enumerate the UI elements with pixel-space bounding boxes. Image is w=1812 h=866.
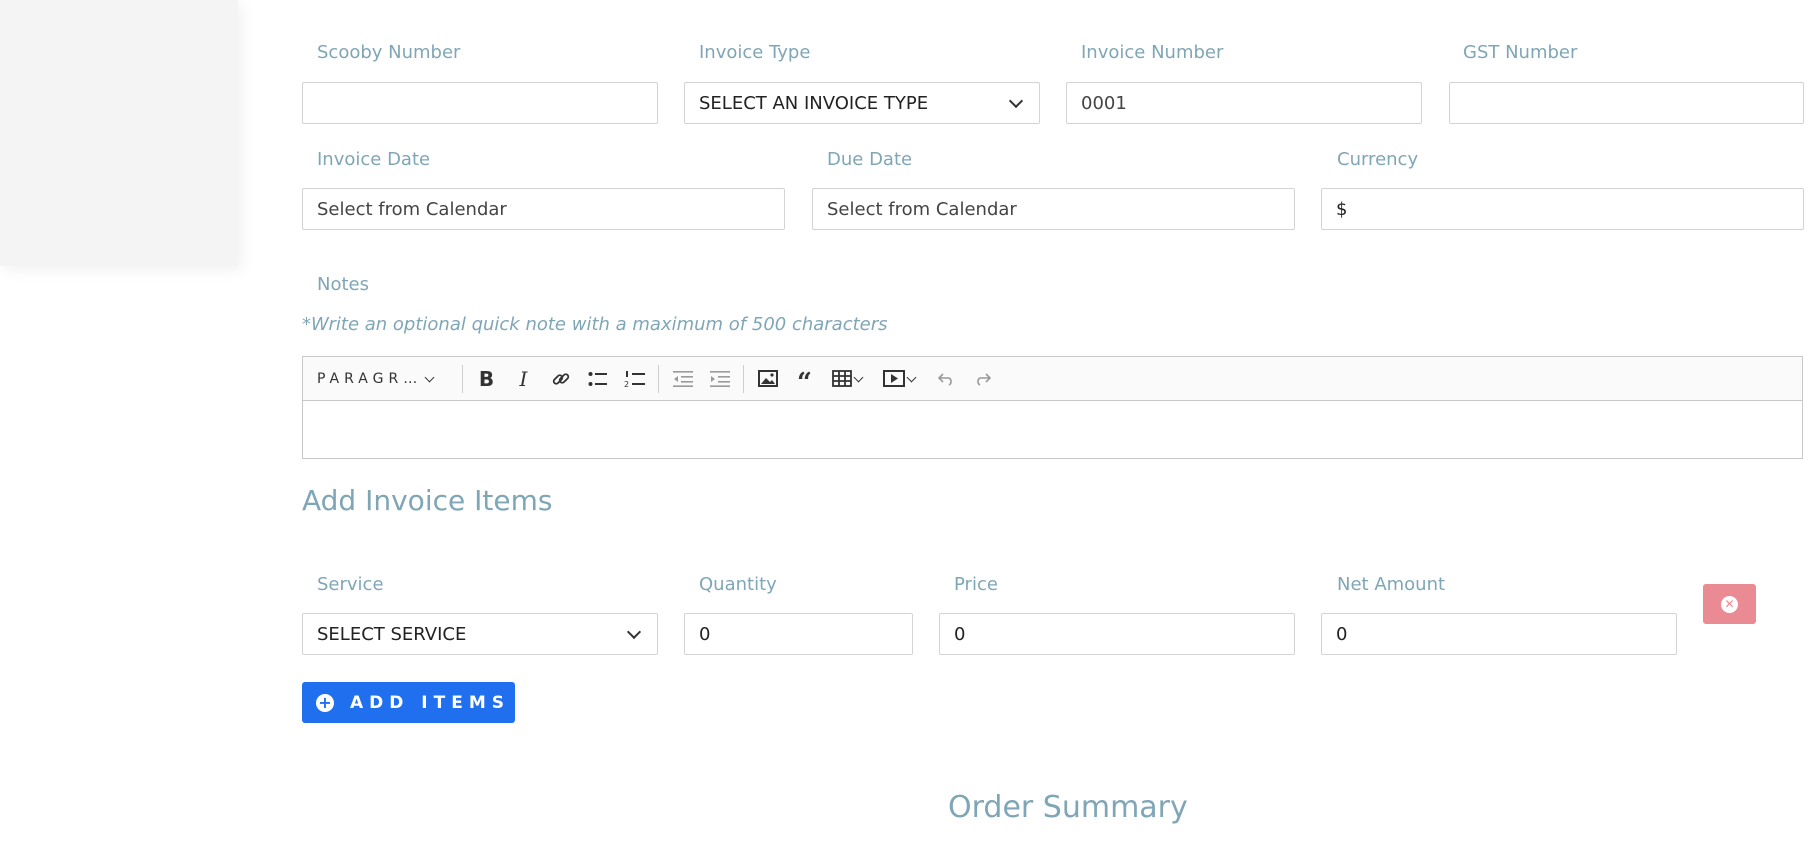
chevron-down-icon bbox=[1008, 93, 1024, 108]
link-icon bbox=[552, 372, 569, 385]
undo-icon bbox=[937, 372, 952, 386]
notes-editor[interactable]: PARAGR… B I 2 “ bbox=[302, 356, 1803, 459]
outdent-button[interactable] bbox=[664, 363, 701, 395]
table-button[interactable] bbox=[823, 363, 875, 395]
heading-dropdown-label: PARAGR… bbox=[317, 370, 423, 387]
media-button[interactable] bbox=[875, 363, 927, 395]
table-icon bbox=[832, 370, 852, 387]
heading-dropdown[interactable]: PARAGR… bbox=[317, 371, 457, 387]
currency-input[interactable]: $ bbox=[1321, 188, 1804, 230]
redo-button[interactable] bbox=[964, 363, 1001, 395]
numbered-list-button[interactable]: 2 bbox=[616, 363, 653, 395]
indent-icon bbox=[709, 370, 730, 387]
toolbar-divider bbox=[462, 364, 463, 393]
bulleted-list-icon bbox=[588, 371, 607, 386]
editor-toolbar: PARAGR… B I 2 “ bbox=[303, 357, 1802, 401]
net-amount-input[interactable]: 0 bbox=[1321, 613, 1677, 655]
due-date-input[interactable]: Select from Calendar bbox=[812, 188, 1295, 230]
price-input[interactable]: 0 bbox=[939, 613, 1295, 655]
due-date-label: Due Date bbox=[827, 149, 913, 170]
notes-label: Notes bbox=[317, 274, 369, 295]
chevron-down-icon bbox=[853, 372, 864, 382]
remove-item-button[interactable]: ✕ bbox=[1703, 584, 1756, 624]
notes-hint: *Write an optional quick note with a max… bbox=[302, 314, 888, 335]
service-select[interactable]: SELECT SERVICE bbox=[302, 613, 658, 655]
toolbar-divider bbox=[658, 364, 659, 393]
service-label: Service bbox=[317, 574, 384, 595]
toolbar-divider bbox=[743, 364, 744, 393]
chevron-down-icon bbox=[626, 624, 642, 639]
svg-text:2: 2 bbox=[624, 380, 629, 388]
image-icon bbox=[757, 370, 778, 387]
quantity-label: Quantity bbox=[699, 574, 777, 595]
scooby-number-label: Scooby Number bbox=[317, 42, 461, 63]
bold-button[interactable]: B bbox=[468, 363, 505, 395]
undo-button[interactable] bbox=[927, 363, 964, 395]
invoice-number-input[interactable]: 0001 bbox=[1066, 82, 1422, 124]
invoice-type-label: Invoice Type bbox=[699, 42, 811, 63]
invoice-type-value: SELECT AN INVOICE TYPE bbox=[699, 92, 929, 114]
order-summary-title: Order Summary bbox=[948, 790, 1188, 825]
currency-label: Currency bbox=[1337, 149, 1419, 170]
add-invoice-items-title: Add Invoice Items bbox=[302, 484, 553, 517]
scooby-number-input[interactable] bbox=[302, 82, 658, 124]
gst-number-label: GST Number bbox=[1463, 42, 1578, 63]
invoice-number-label: Invoice Number bbox=[1081, 42, 1224, 63]
close-circle-icon: ✕ bbox=[1721, 595, 1738, 613]
invoice-date-label: Invoice Date bbox=[317, 149, 431, 170]
indent-button[interactable] bbox=[701, 363, 738, 395]
editor-content-area[interactable] bbox=[303, 401, 1802, 458]
gst-number-input[interactable] bbox=[1449, 82, 1804, 124]
service-value: SELECT SERVICE bbox=[317, 623, 467, 645]
outdent-icon bbox=[672, 370, 693, 387]
italic-icon: I bbox=[519, 366, 528, 391]
quantity-input[interactable]: 0 bbox=[684, 613, 913, 655]
add-items-label: ADD ITEMS bbox=[350, 692, 510, 713]
redo-icon bbox=[976, 372, 991, 386]
image-button[interactable] bbox=[749, 363, 786, 395]
bulleted-list-button[interactable] bbox=[579, 363, 616, 395]
add-items-button[interactable]: + ADD ITEMS bbox=[302, 682, 515, 723]
link-button[interactable] bbox=[542, 363, 579, 395]
blockquote-button[interactable]: “ bbox=[786, 363, 823, 398]
chevron-down-icon bbox=[906, 372, 917, 382]
chevron-down-icon bbox=[424, 372, 435, 382]
media-icon bbox=[883, 370, 905, 387]
blockquote-icon: “ bbox=[797, 367, 812, 398]
invoice-type-select[interactable]: SELECT AN INVOICE TYPE bbox=[684, 82, 1040, 124]
sidebar-panel bbox=[0, 0, 238, 266]
price-label: Price bbox=[954, 574, 998, 595]
numbered-list-icon: 2 bbox=[624, 370, 645, 388]
invoice-date-input[interactable]: Select from Calendar bbox=[302, 188, 785, 230]
plus-circle-icon: + bbox=[316, 693, 334, 712]
bold-icon: B bbox=[478, 366, 495, 391]
net-amount-label: Net Amount bbox=[1337, 574, 1446, 595]
italic-button[interactable]: I bbox=[505, 363, 542, 395]
